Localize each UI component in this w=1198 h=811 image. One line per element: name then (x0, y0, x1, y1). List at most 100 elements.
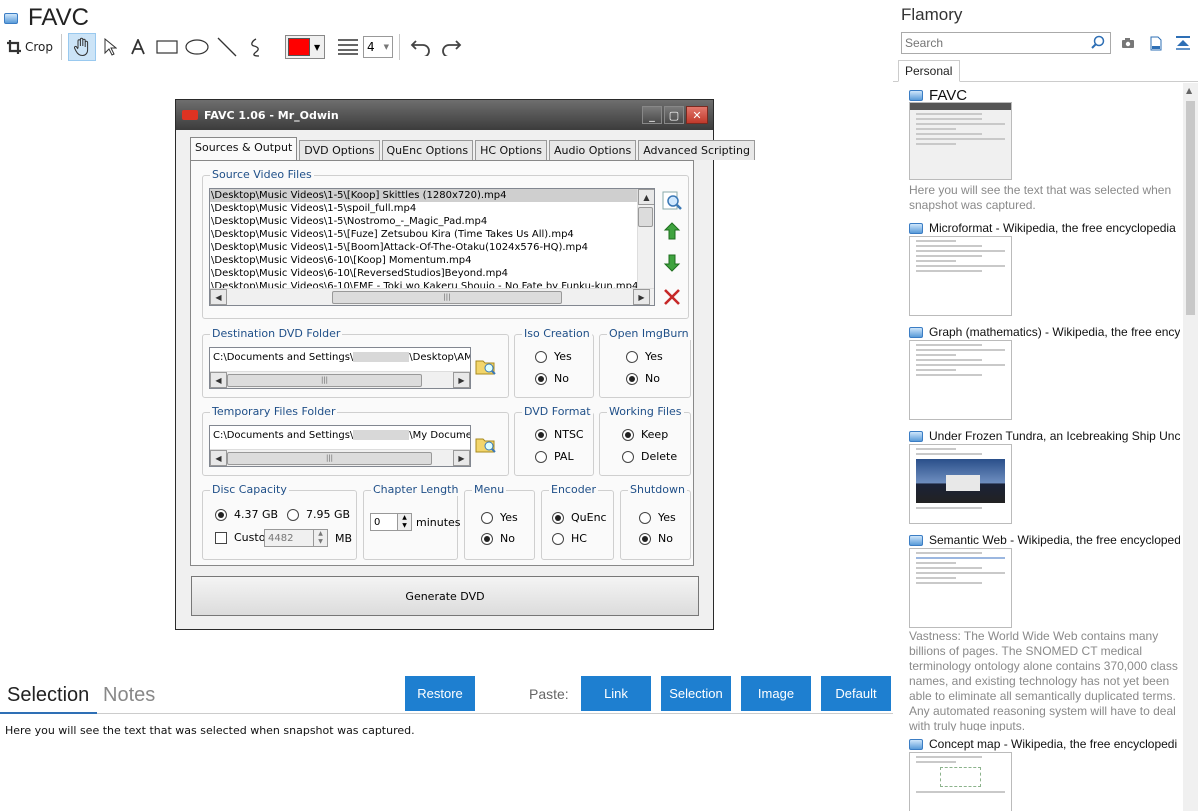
paste-selection-button[interactable]: Selection (661, 676, 731, 711)
select-tool-button[interactable] (96, 34, 124, 60)
radio-off (552, 532, 564, 545)
toolbar-divider (61, 34, 63, 60)
spinner-arrows-icon: ▲ ▼ (313, 530, 327, 546)
scroll-thumb[interactable] (1186, 101, 1195, 315)
list-item: \Desktop\Music Videos\1-5\[Koop] Skittle… (210, 189, 638, 202)
list-item: \Desktop\Music Videos\1-5\[Fuze] Zetsubo… (211, 229, 574, 240)
snapshot-description: Here you will see the text that was sele… (909, 183, 1172, 212)
snapshot-title[interactable]: Concept map - Wikipedia, the free encycl… (909, 737, 1180, 751)
pin-top-icon[interactable] (1175, 35, 1191, 51)
radio-on (535, 372, 547, 385)
destination-path-text: C:\Documents and Settings\ \Desktop\AM (213, 352, 471, 363)
thumb-line (916, 572, 1005, 574)
chevron-right-icon: ▶ (453, 450, 470, 466)
ellipse-icon (185, 39, 209, 55)
tab-bar-divider (0, 713, 893, 714)
radio-on (639, 532, 651, 545)
paste-default-button[interactable]: Default (821, 676, 891, 711)
thumb-line (916, 255, 982, 257)
snapshot-title[interactable]: Under Frozen Tundra, an Icebreaking Ship… (909, 429, 1180, 443)
search-input[interactable] (901, 32, 1111, 54)
selection-text[interactable]: Here you will see the text that was sele… (5, 724, 415, 737)
flamory-window: FAVC Crop ▼ 4 ▼ FAVC 1.06 - Mr_Odwin _ ▢… (0, 0, 1198, 811)
snapshot-thumbnail[interactable] (909, 102, 1012, 180)
source-files-group: Source Video Files \Desktop\Music Videos… (202, 168, 689, 319)
scroll-thumb (638, 207, 653, 227)
temporary-path-text: C:\Documents and Settings\\My Documen (213, 430, 470, 441)
redo-button[interactable] (436, 34, 466, 60)
delete-option: Delete (622, 450, 677, 463)
document-icon[interactable] (1148, 35, 1164, 51)
snapshot-list: FAVC Here you will see the text that was… (893, 83, 1183, 811)
rectangle-tool-button[interactable] (152, 34, 182, 60)
snapshot-thumbnail[interactable] (909, 340, 1012, 420)
paste-link-button[interactable]: Link (581, 676, 651, 711)
paste-image-button[interactable]: Image (741, 676, 811, 711)
tab-notes[interactable]: Notes (103, 684, 155, 707)
toolbar-divider (278, 34, 279, 60)
tab-personal[interactable]: Personal (898, 60, 960, 82)
thumb-line (916, 260, 957, 262)
pencil-squiggle-icon (251, 38, 260, 57)
radio-off (287, 508, 299, 521)
crop-button[interactable]: Crop (4, 34, 55, 60)
snapshot-icon (4, 12, 18, 24)
thumb-line (916, 756, 982, 758)
hc-option: HC (552, 532, 587, 545)
tab-selection[interactable]: Selection (7, 684, 89, 707)
chevron-left-icon: ◀ (210, 450, 227, 466)
favc-window-title: FAVC 1.06 - Mr_Odwin (204, 108, 339, 122)
list-item: \Desktop\Music Videos\1-5\Nostromo_-_Mag… (211, 216, 488, 227)
temporary-folder-group: Temporary Files Folder C:\Documents and … (202, 405, 509, 476)
line-tool-button[interactable] (212, 34, 242, 60)
paste-label: Paste: (529, 686, 569, 702)
ellipse-tool-button[interactable] (182, 34, 212, 60)
snapshot-title[interactable]: Semantic Web - Wikipedia, the free encyc… (909, 533, 1180, 547)
list-item: \Desktop\Music Videos\1-5\spoil_full.mp4 (211, 203, 417, 214)
snapshot-title[interactable]: Graph (mathematics) - Wikipedia, the fre… (909, 325, 1180, 339)
menu-legend: Menu (472, 483, 507, 496)
hand-tool-button[interactable] (68, 33, 97, 61)
minutes-label: minutes (416, 516, 461, 529)
captured-screenshot[interactable]: FAVC 1.06 - Mr_Odwin _ ▢ ✕ Sources & Out… (175, 99, 755, 630)
thumb-line (916, 344, 982, 346)
snapshot-thumbnail[interactable] (909, 548, 1012, 628)
camera-icon[interactable] (1120, 35, 1136, 51)
thumb-line (916, 562, 957, 564)
snapshot-icon (909, 430, 923, 442)
snapshot-thumbnail[interactable] (909, 444, 1012, 524)
tab-advanced-scripting: Advanced Scripting (638, 140, 755, 160)
radio-off (626, 350, 638, 363)
snapshot-thumbnail[interactable] (909, 236, 1012, 316)
search-icon[interactable] (1091, 35, 1105, 52)
thumb-line (916, 359, 982, 361)
scroll-thumb: ||| (227, 373, 422, 387)
keep-option: Keep (622, 428, 668, 441)
stroke-color-picker[interactable]: ▼ (285, 35, 326, 59)
destination-folder-group: Destination DVD Folder C:\Documents and … (202, 327, 509, 398)
freehand-tool-button[interactable] (242, 34, 272, 60)
sidebar-scrollbar[interactable]: ▲ (1183, 83, 1198, 811)
text-tool-button[interactable] (124, 34, 152, 60)
tab-sources-output: Sources & Output (190, 137, 298, 160)
chevron-up-icon[interactable]: ▲ (1186, 86, 1192, 95)
thumb-line (916, 761, 957, 763)
redacted-username (353, 352, 410, 362)
undo-button[interactable] (406, 34, 436, 60)
destination-path-box: C:\Documents and Settings\ \Desktop\AM ◀ … (209, 347, 471, 389)
title-row: FAVC (4, 4, 89, 32)
radio-off (639, 511, 651, 524)
restore-button[interactable]: Restore (405, 676, 475, 711)
chevron-down-icon: ▼ (313, 42, 321, 52)
snapshot-title[interactable]: Microformat - Wikipedia, the free encycl… (909, 221, 1180, 235)
menu-group: Menu Yes No (464, 483, 535, 560)
line-width-select[interactable]: 4 ▼ (363, 36, 394, 58)
tab-dvd-options: DVD Options (299, 140, 380, 160)
crop-label: Crop (25, 40, 54, 54)
snapshot-thumbnail[interactable] (909, 752, 1012, 811)
sources-output-panel: Source Video Files \Desktop\Music Videos… (190, 160, 694, 566)
snapshot-icon (909, 326, 923, 338)
open-imgburn-legend: Open ImgBurn (607, 327, 691, 340)
iso-creation-legend: Iso Creation (522, 327, 592, 340)
thumb-line (916, 507, 982, 509)
